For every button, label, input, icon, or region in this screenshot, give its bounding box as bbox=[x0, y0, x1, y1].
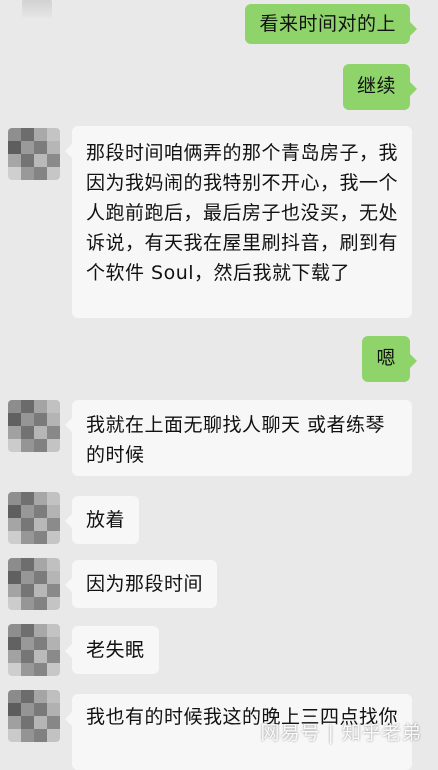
message-sent-1[interactable]: 继续 bbox=[342, 64, 418, 110]
contact-avatar[interactable] bbox=[8, 558, 60, 610]
message-text: 因为那段时间 bbox=[86, 573, 204, 595]
message-text: 嗯 bbox=[376, 347, 396, 369]
message-text: 那段时间咱俩弄的那个青岛房子，我因为我妈闹的我特别不开心，我一个人跑前跑后，最后… bbox=[86, 142, 399, 284]
message-text: 看来时间对的上 bbox=[259, 13, 396, 35]
message-sent-0[interactable]: 看来时间对的上 bbox=[245, 4, 417, 44]
message-received-6[interactable]: 因为那段时间 bbox=[64, 560, 218, 608]
message-received-5[interactable]: 放着 bbox=[64, 496, 140, 544]
contact-avatar[interactable] bbox=[8, 400, 60, 452]
contact-avatar[interactable] bbox=[8, 492, 60, 544]
blurred-avatar-fragment bbox=[22, 0, 52, 18]
contact-avatar[interactable] bbox=[8, 128, 60, 180]
contact-avatar[interactable] bbox=[8, 624, 60, 676]
watermark: 网易号 | 知乎老弟 bbox=[260, 722, 422, 744]
chat-view: 看来时间对的上 继续 那段时间咱俩弄的那个青岛房子，我因为我妈闹的我特别不开心，… bbox=[0, 0, 438, 770]
message-text: 放着 bbox=[86, 509, 126, 531]
message-received-4[interactable]: 我就在上面无聊找人聊天 或者练琴的时候 bbox=[65, 400, 412, 476]
message-received-7[interactable]: 老失眠 bbox=[65, 626, 159, 674]
message-text: 继续 bbox=[356, 75, 396, 97]
contact-avatar[interactable] bbox=[8, 690, 60, 742]
message-received-2[interactable]: 那段时间咱俩弄的那个青岛房子，我因为我妈闹的我特别不开心，我一个人跑前跑后，最后… bbox=[65, 126, 412, 318]
message-text: 我就在上面无聊找人聊天 或者练琴的时候 bbox=[86, 414, 386, 466]
message-text: 老失眠 bbox=[86, 639, 145, 661]
message-sent-3[interactable]: 嗯 bbox=[362, 336, 417, 382]
